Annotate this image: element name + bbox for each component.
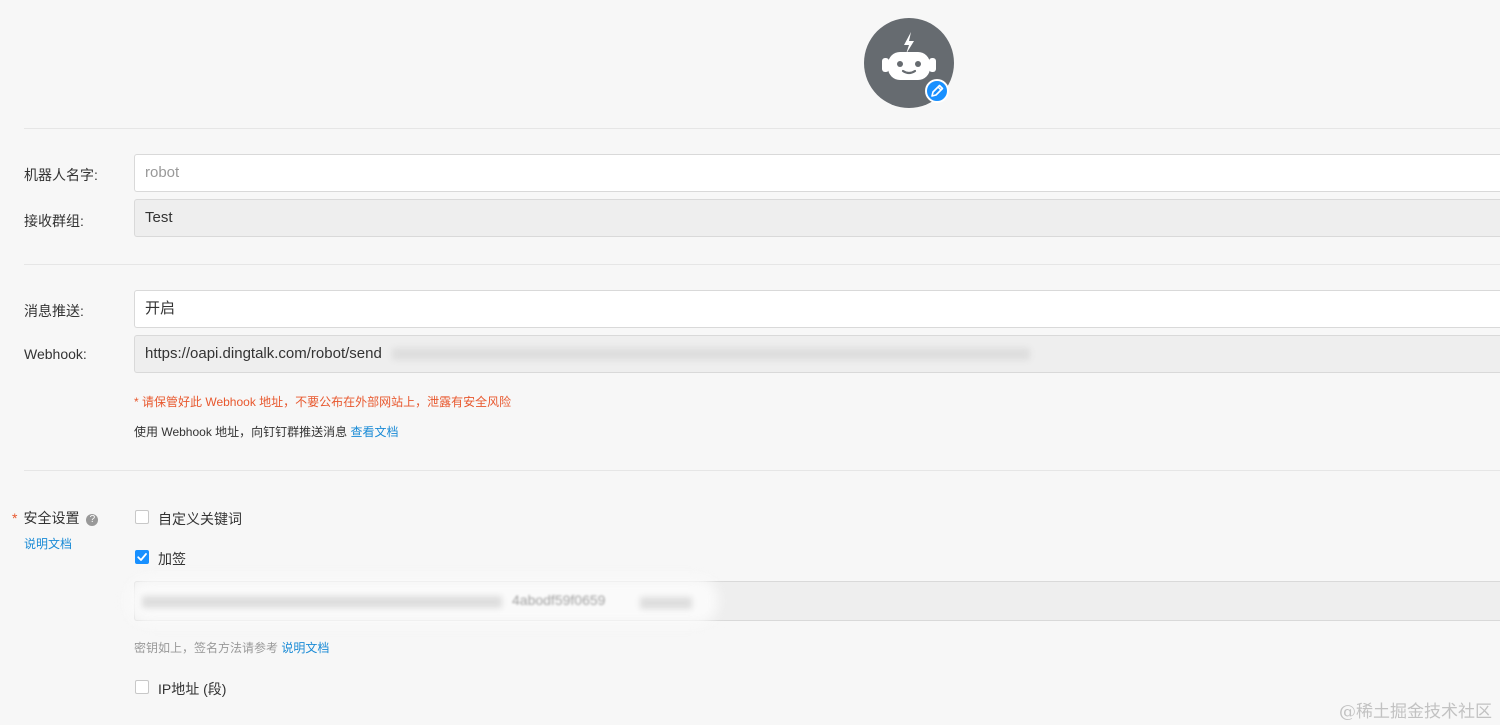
divider bbox=[24, 128, 1500, 129]
check-icon bbox=[137, 553, 147, 561]
robot-avatar[interactable] bbox=[864, 18, 954, 108]
ip-label: IP地址 (段) bbox=[158, 681, 227, 697]
webhook-redacted bbox=[392, 348, 1030, 360]
group-label: 接收群组: bbox=[24, 213, 84, 229]
ip-checkbox[interactable] bbox=[135, 680, 149, 694]
push-field[interactable]: 开启 bbox=[134, 290, 1500, 328]
secret-redacted bbox=[142, 596, 502, 608]
robot-name-label: 机器人名字: bbox=[24, 167, 98, 183]
secret-doc-link[interactable]: 说明文档 bbox=[281, 641, 329, 655]
keyword-label: 自定义关键词 bbox=[158, 511, 242, 527]
webhook-label: Webhook: bbox=[24, 346, 87, 362]
group-field: Test bbox=[134, 199, 1500, 237]
webhook-usage: 使用 Webhook 地址，向钉钉群推送消息 查看文档 bbox=[134, 423, 399, 440]
secret-hint-text: 密钥如上，签名方法请参考 bbox=[134, 641, 279, 655]
webhook-url: https://oapi.dingtalk.com/robot/send bbox=[145, 345, 382, 362]
webhook-warning: * 请保管好此 Webhook 地址，不要公布在外部网站上，泄露有安全风险 bbox=[134, 395, 512, 409]
security-label-text: 安全设置 bbox=[23, 510, 80, 526]
pencil-icon bbox=[931, 84, 944, 97]
sign-checkbox[interactable] bbox=[135, 550, 149, 564]
divider bbox=[24, 470, 1500, 471]
push-label: 消息推送: bbox=[24, 303, 84, 319]
watermark: @稀土掘金技术社区 bbox=[1339, 702, 1492, 722]
webhook-usage-text: 使用 Webhook 地址，向钉钉群推送消息 bbox=[134, 425, 348, 439]
required-mark: * bbox=[12, 510, 18, 526]
secret-redacted-tail bbox=[640, 597, 692, 609]
view-docs-link[interactable]: 查看文档 bbox=[351, 425, 399, 439]
edit-avatar-button[interactable] bbox=[925, 79, 949, 103]
question-circle-icon[interactable]: ? bbox=[86, 514, 99, 526]
secret-fragment: 4abodf59f0659 bbox=[512, 592, 606, 608]
divider bbox=[24, 264, 1500, 265]
security-label: * 安全设置 ? bbox=[12, 508, 99, 528]
sign-label: 加签 bbox=[158, 551, 186, 567]
robot-name-input[interactable]: robot bbox=[134, 154, 1500, 192]
secret-hint: 密钥如上，签名方法请参考 说明文档 bbox=[134, 639, 329, 656]
security-doc-link[interactable]: 说明文档 bbox=[24, 535, 72, 552]
keyword-checkbox[interactable] bbox=[135, 510, 149, 524]
